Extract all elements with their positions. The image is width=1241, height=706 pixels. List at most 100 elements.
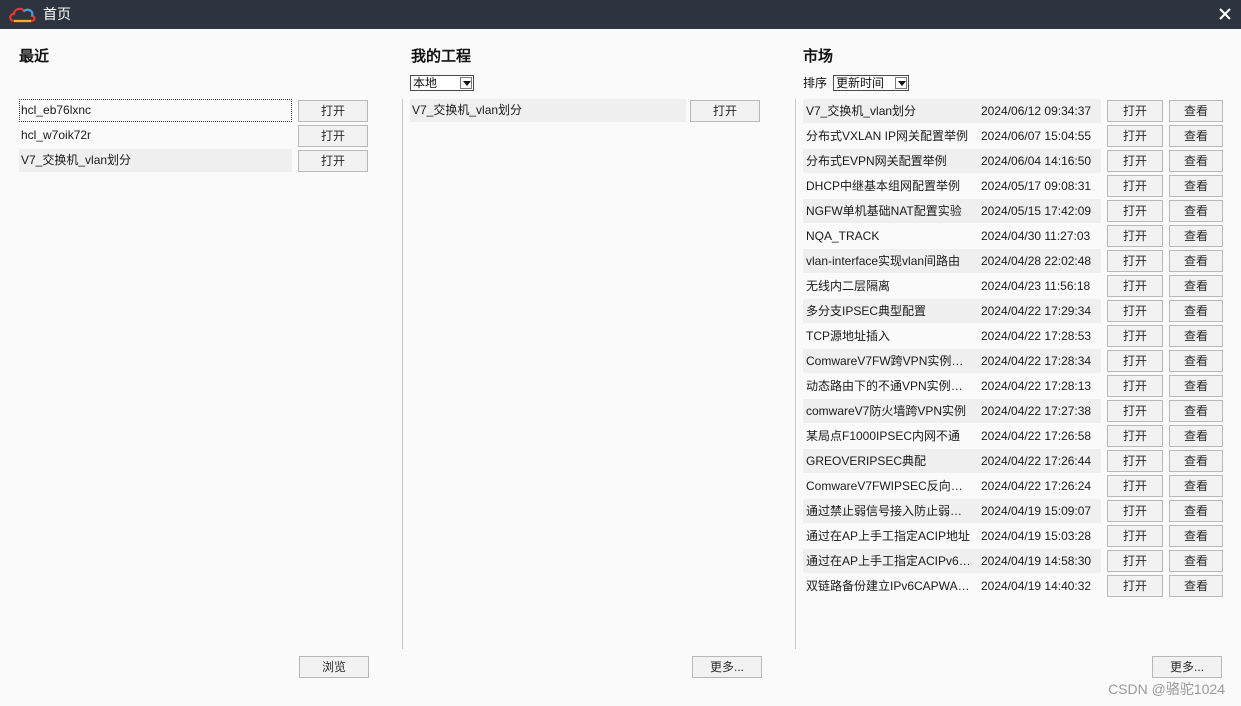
market-item-name[interactable]: vlan-interface实现vlan间路由 bbox=[803, 249, 974, 273]
project-filter-value: 本地 bbox=[413, 76, 438, 90]
market-item-date: 2024/04/22 17:28:53 bbox=[981, 329, 1092, 343]
project-open-button[interactable]: 打开 bbox=[690, 100, 760, 122]
browse-button[interactable]: 浏览 bbox=[299, 656, 369, 678]
market-item-name[interactable]: GREOVERIPSEC典配 bbox=[803, 449, 974, 473]
market-view-button[interactable]: 查看 bbox=[1169, 300, 1223, 322]
column-divider bbox=[402, 99, 403, 649]
market-item-name[interactable]: 双链路备份建立IPv6CAPWAP隧道 bbox=[803, 574, 974, 598]
market-view-button[interactable]: 查看 bbox=[1169, 425, 1223, 447]
market-open-button[interactable]: 打开 bbox=[1107, 525, 1163, 547]
title-bar: 首页 bbox=[0, 0, 1241, 29]
market-item-date: 2024/05/15 17:42:09 bbox=[981, 204, 1092, 218]
market-open-button[interactable]: 打开 bbox=[1107, 100, 1163, 122]
recent-open-button[interactable]: 打开 bbox=[298, 100, 368, 122]
market-open-button[interactable]: 打开 bbox=[1107, 175, 1163, 197]
market-view-button[interactable]: 查看 bbox=[1169, 250, 1223, 272]
market-open-button[interactable]: 打开 bbox=[1107, 575, 1163, 597]
market-view-button[interactable]: 查看 bbox=[1169, 100, 1223, 122]
chevron-down-icon bbox=[460, 77, 472, 89]
recent-item[interactable]: V7_交换机_vlan划分 bbox=[19, 149, 292, 172]
sort-label: 排序 bbox=[803, 76, 828, 90]
market-item-date: 2024/04/22 17:26:58 bbox=[981, 429, 1092, 443]
projects-title: 我的工程 bbox=[411, 48, 472, 65]
market-view-button[interactable]: 查看 bbox=[1169, 450, 1223, 472]
market-open-button[interactable]: 打开 bbox=[1107, 550, 1163, 572]
market-item-date: 2024/04/19 14:58:30 bbox=[981, 554, 1092, 568]
market-view-button[interactable]: 查看 bbox=[1169, 200, 1223, 222]
market-open-button[interactable]: 打开 bbox=[1107, 400, 1163, 422]
market-open-button[interactable]: 打开 bbox=[1107, 450, 1163, 472]
market-item-name[interactable]: DHCP中继基本组网配置举例 bbox=[803, 174, 974, 198]
column-divider bbox=[795, 99, 796, 649]
market-open-button[interactable]: 打开 bbox=[1107, 150, 1163, 172]
market-view-button[interactable]: 查看 bbox=[1169, 275, 1223, 297]
market-view-button[interactable]: 查看 bbox=[1169, 350, 1223, 372]
market-item-name[interactable]: 分布式VXLAN IP网关配置举例 bbox=[803, 124, 974, 148]
market-item-name[interactable]: NQA_TRACK bbox=[803, 224, 974, 248]
market-open-button[interactable]: 打开 bbox=[1107, 350, 1163, 372]
market-item-date: 2024/04/19 15:09:07 bbox=[981, 504, 1092, 518]
close-icon[interactable] bbox=[1217, 6, 1233, 22]
market-sort-select[interactable]: 更新时间 bbox=[833, 75, 909, 91]
market-open-button[interactable]: 打开 bbox=[1107, 325, 1163, 347]
recent-open-button[interactable]: 打开 bbox=[298, 125, 368, 147]
market-open-button[interactable]: 打开 bbox=[1107, 475, 1163, 497]
market-view-button[interactable]: 查看 bbox=[1169, 375, 1223, 397]
market-item-date: 2024/06/12 09:34:37 bbox=[981, 104, 1092, 118]
market-title: 市场 bbox=[803, 48, 834, 65]
market-item-name[interactable]: ComwareV7FWIPSEC反向路由 bbox=[803, 474, 974, 498]
market-item-date: 2024/04/22 17:29:34 bbox=[981, 304, 1092, 318]
market-item-name[interactable]: NGFW单机基础NAT配置实验 bbox=[803, 199, 974, 223]
market-item-date: 2024/04/22 17:26:44 bbox=[981, 454, 1092, 468]
market-item-date: 2024/06/04 14:16:50 bbox=[981, 154, 1092, 168]
market-open-button[interactable]: 打开 bbox=[1107, 200, 1163, 222]
market-view-button[interactable]: 查看 bbox=[1169, 475, 1223, 497]
market-view-button[interactable]: 查看 bbox=[1169, 525, 1223, 547]
market-item-name[interactable]: TCP源地址插入 bbox=[803, 324, 974, 348]
market-item-date: 2024/06/07 15:04:55 bbox=[981, 129, 1092, 143]
market-item-name[interactable]: 动态路由下的不通VPN实例之间 bbox=[803, 374, 974, 398]
market-item-name[interactable]: 无线内二层隔离 bbox=[803, 274, 974, 298]
market-item-name[interactable]: 多分支IPSEC典型配置 bbox=[803, 299, 974, 323]
project-filter-select[interactable]: 本地 bbox=[410, 75, 474, 91]
market-open-button[interactable]: 打开 bbox=[1107, 250, 1163, 272]
market-item-name[interactable]: 通过禁止弱信号接入防止弱信号终端 bbox=[803, 499, 974, 523]
recent-title: 最近 bbox=[19, 48, 50, 65]
market-item-name[interactable]: 通过在AP上手工指定ACIP地址 bbox=[803, 524, 974, 548]
market-item-date: 2024/04/22 17:27:38 bbox=[981, 404, 1092, 418]
market-view-button[interactable]: 查看 bbox=[1169, 500, 1223, 522]
market-open-button[interactable]: 打开 bbox=[1107, 275, 1163, 297]
market-open-button[interactable]: 打开 bbox=[1107, 225, 1163, 247]
market-view-button[interactable]: 查看 bbox=[1169, 575, 1223, 597]
market-item-name[interactable]: comwareV7防火墙跨VPN实例 bbox=[803, 399, 974, 423]
market-open-button[interactable]: 打开 bbox=[1107, 375, 1163, 397]
market-view-button[interactable]: 查看 bbox=[1169, 175, 1223, 197]
watermark: CSDN @骆驼1024 bbox=[1108, 681, 1225, 697]
recent-open-button[interactable]: 打开 bbox=[298, 150, 368, 172]
market-open-button[interactable]: 打开 bbox=[1107, 300, 1163, 322]
market-view-button[interactable]: 查看 bbox=[1169, 125, 1223, 147]
market-item-name[interactable]: ComwareV7FW跨VPN实例转发 bbox=[803, 349, 974, 373]
market-item-date: 2024/04/28 22:02:48 bbox=[981, 254, 1092, 268]
market-open-button[interactable]: 打开 bbox=[1107, 500, 1163, 522]
market-view-button[interactable]: 查看 bbox=[1169, 150, 1223, 172]
market-item-date: 2024/04/30 11:27:03 bbox=[981, 229, 1091, 243]
market-more-button[interactable]: 更多... bbox=[1152, 656, 1222, 678]
market-item-date: 2024/04/23 11:56:18 bbox=[981, 279, 1091, 293]
cloud-icon bbox=[9, 7, 36, 23]
market-open-button[interactable]: 打开 bbox=[1107, 125, 1163, 147]
market-item-name[interactable]: 分布式EVPN网关配置举例 bbox=[803, 149, 974, 173]
market-view-button[interactable]: 查看 bbox=[1169, 325, 1223, 347]
recent-item[interactable]: hcl_w7oik72r bbox=[19, 124, 292, 147]
market-item-date: 2024/04/22 17:28:34 bbox=[981, 354, 1092, 368]
project-item[interactable]: V7_交换机_vlan划分 bbox=[410, 99, 686, 122]
market-item-name[interactable]: 某局点F1000IPSEC内网不通 bbox=[803, 424, 974, 448]
market-view-button[interactable]: 查看 bbox=[1169, 400, 1223, 422]
market-item-name[interactable]: 通过在AP上手工指定ACIPv6地址 bbox=[803, 549, 974, 573]
market-open-button[interactable]: 打开 bbox=[1107, 425, 1163, 447]
market-item-name[interactable]: V7_交换机_vlan划分 bbox=[803, 99, 974, 123]
market-view-button[interactable]: 查看 bbox=[1169, 225, 1223, 247]
projects-more-button[interactable]: 更多... bbox=[692, 656, 762, 678]
market-view-button[interactable]: 查看 bbox=[1169, 550, 1223, 572]
recent-item[interactable]: hcl_eb76lxnc bbox=[19, 99, 292, 122]
